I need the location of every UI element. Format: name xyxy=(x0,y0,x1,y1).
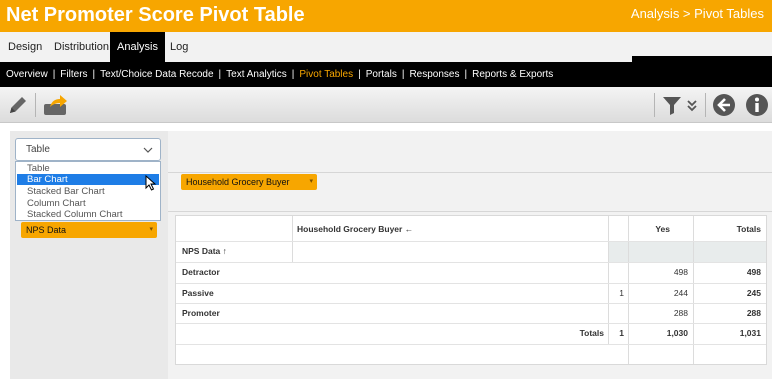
subnav-text-analytics[interactable]: Text Analytics xyxy=(226,69,287,80)
cell-detractor-yes: 498 xyxy=(673,267,688,277)
toolbar-divider xyxy=(654,93,655,117)
cell-passive-blank-col: 1 xyxy=(619,288,624,298)
pivot-table: Household Grocery Buyer ← Yes Totals NPS… xyxy=(175,215,767,365)
toolbar-divider xyxy=(705,93,706,117)
chart-type-select[interactable]: Table xyxy=(15,138,161,161)
subnav-reports-exports[interactable]: Reports & Exports xyxy=(472,69,553,80)
column-field-pill[interactable]: Household Grocery Buyer ▾ xyxy=(181,174,317,190)
column-header-totals: Totals xyxy=(736,224,761,234)
cell-detractor-total: 498 xyxy=(746,267,761,277)
subnav-pivot-tables[interactable]: Pivot Tables xyxy=(299,69,353,80)
tab-distribution[interactable]: Distribution xyxy=(54,32,109,62)
page-title: Net Promoter Score Pivot Table xyxy=(6,4,305,26)
row-label-passive: Passive xyxy=(182,288,214,298)
cell-promoter-yes: 288 xyxy=(673,308,688,318)
column-header-yes[interactable]: Yes xyxy=(630,219,670,239)
header-shade xyxy=(608,241,766,262)
cell-total-yes: 1,030 xyxy=(666,328,688,338)
filter-icon[interactable] xyxy=(660,93,684,117)
subnav-text-choice-data-recode[interactable]: Text/Choice Data Recode xyxy=(100,69,213,80)
row-label-detractor: Detractor xyxy=(182,267,220,277)
option-bar-chart[interactable]: Bar Chart xyxy=(17,174,159,185)
back-arrow-icon[interactable] xyxy=(712,93,736,117)
row-field-label: NPS Data xyxy=(26,225,67,235)
option-stacked-column-chart[interactable]: Stacked Column Chart xyxy=(17,209,159,220)
chart-type-options: Table Bar Chart Stacked Bar Chart Column… xyxy=(15,161,161,221)
cell-grand-total: 1,031 xyxy=(739,328,761,338)
caret-down-icon: ▾ xyxy=(149,226,153,233)
subnav-responses[interactable]: Responses xyxy=(409,69,459,80)
info-icon[interactable] xyxy=(745,93,769,117)
subnav-overview[interactable]: Overview xyxy=(6,69,48,80)
double-chevron-down-icon[interactable] xyxy=(684,93,700,117)
toolbar-divider xyxy=(35,93,36,117)
caret-down-icon: ▾ xyxy=(309,178,313,185)
tab-design[interactable]: Design xyxy=(8,32,42,62)
option-column-chart[interactable]: Column Chart xyxy=(17,198,159,209)
row-header-label[interactable]: NPS Data ↑ xyxy=(182,241,227,261)
toolbar xyxy=(0,87,772,123)
title-bar: Net Promoter Score Pivot Table Analysis … xyxy=(0,0,772,32)
pencil-icon[interactable] xyxy=(6,93,30,117)
subnav-portals[interactable]: Portals xyxy=(366,69,397,80)
column-field-label: Household Grocery Buyer xyxy=(186,177,290,187)
row-field-pill[interactable]: NPS Data ▾ xyxy=(21,222,157,238)
option-table[interactable]: Table xyxy=(17,163,159,174)
mouse-cursor-icon xyxy=(145,174,157,196)
totals-row-label: Totals xyxy=(579,328,604,338)
option-stacked-bar-chart[interactable]: Stacked Bar Chart xyxy=(17,186,159,197)
subnav-filters[interactable]: Filters xyxy=(60,69,87,80)
chart-type-value: Table xyxy=(26,144,50,155)
cell-total-blank-col: 1 xyxy=(619,328,624,338)
tab-log[interactable]: Log xyxy=(170,32,188,62)
share-export-icon[interactable] xyxy=(42,93,70,117)
column-header-label[interactable]: Household Grocery Buyer ← xyxy=(297,219,413,239)
breadcrumb[interactable]: Analysis > Pivot Tables xyxy=(631,6,764,21)
cell-promoter-total: 288 xyxy=(746,308,761,318)
row-label-promoter: Promoter xyxy=(182,308,220,318)
sub-navigation: Overview | Filters | Text/Choice Data Recode… xyxy=(0,62,772,87)
cell-passive-total: 245 xyxy=(746,288,761,298)
cell-passive-yes: 244 xyxy=(673,288,688,298)
tab-analysis[interactable]: Analysis xyxy=(110,32,165,62)
